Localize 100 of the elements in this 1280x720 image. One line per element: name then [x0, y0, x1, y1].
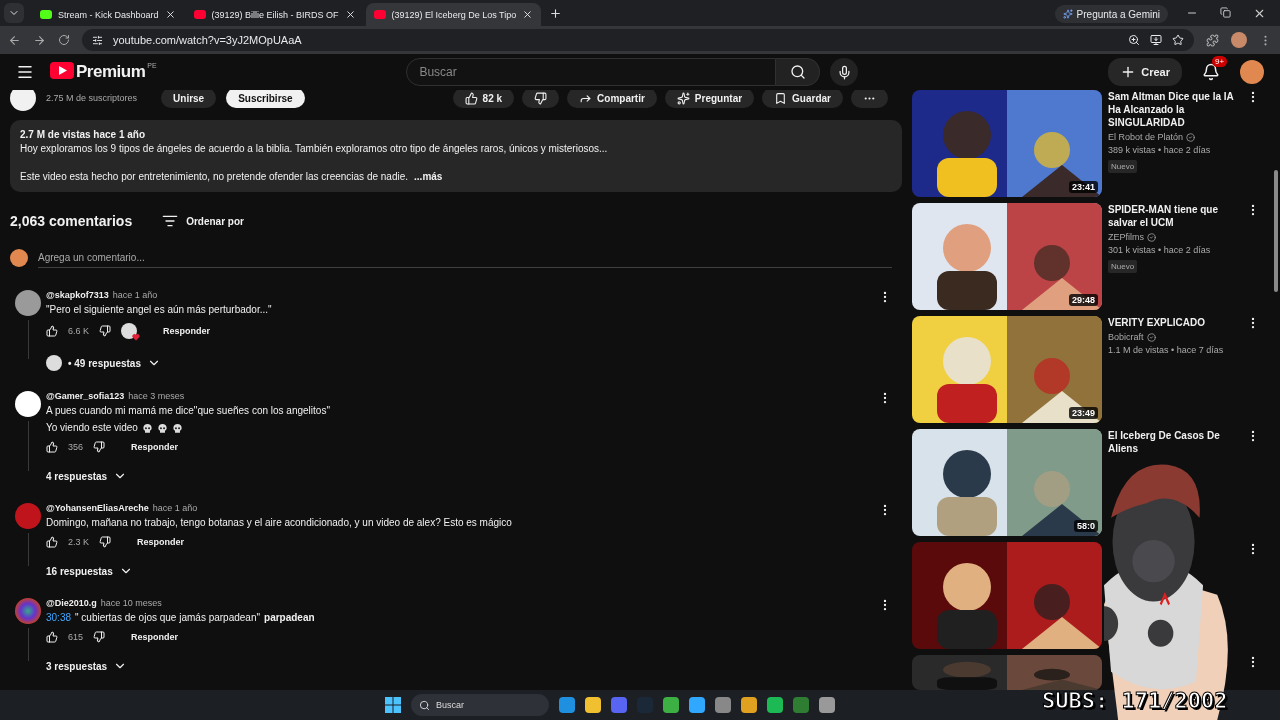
comment-author[interactable]: @Gamer_sofia123	[46, 391, 125, 401]
zoom-icon[interactable]	[1128, 34, 1140, 46]
voice-search-button[interactable]	[830, 58, 859, 86]
comment-text: " cubiertas de ojos que jamás parpadean"	[75, 611, 261, 625]
subscribe-button[interactable]: Suscribirse	[226, 90, 305, 108]
browser-tab[interactable]: (39129) El Iceberg De Los Tipo	[365, 3, 542, 26]
app-icon[interactable]	[585, 697, 601, 713]
channel-name[interactable]: El Robot de Platón	[1108, 132, 1184, 142]
replies-toggle[interactable]: 3 respuestas	[46, 659, 128, 673]
like-count: 2.3 K	[68, 537, 89, 547]
channel-avatar[interactable]	[10, 90, 36, 111]
user-avatar	[10, 249, 28, 267]
windows-logo-icon[interactable]	[385, 697, 401, 713]
ask-button[interactable]: Preguntar	[664, 90, 755, 108]
replies-toggle[interactable]: 16 respuestas	[46, 564, 133, 578]
create-button[interactable]: Crear	[1108, 58, 1182, 86]
video-title[interactable]: VERITY EXPLICADO	[1108, 316, 1240, 329]
dislike-icon[interactable]	[99, 325, 111, 337]
skull-icon	[156, 422, 168, 434]
gemini-button[interactable]: Pregunta a Gemini	[1054, 5, 1168, 23]
like-count: 356	[68, 442, 84, 452]
channel-name[interactable]: ZEPfilms	[1108, 232, 1144, 242]
more-link[interactable]: ...más	[414, 171, 443, 182]
restore-icon[interactable]	[1220, 7, 1231, 18]
search-button[interactable]	[776, 58, 821, 86]
description-text: Hoy exploramos los 9 tipos de ángeles de acuerdo a la biblia. También exploramos otro tipo de ángeles raros, únicos y misteriosos...	[20, 143, 608, 154]
close-icon[interactable]	[164, 9, 176, 20]
site-settings-icon[interactable]	[92, 34, 103, 46]
profile-avatar[interactable]	[1231, 32, 1247, 48]
video-stats: 301 k vistas • hace 2 días	[1108, 245, 1211, 255]
browser-tab[interactable]: (39129) Billie Eilish - BIRDS OF	[185, 3, 364, 26]
comment-time: hace 1 año	[112, 290, 158, 300]
comment-author[interactable]: @skapkof7313	[46, 290, 109, 300]
browser-tab[interactable]: Stream - Kick Dashboard	[32, 3, 184, 26]
dislike-icon[interactable]	[93, 631, 106, 643]
user-avatar[interactable]	[15, 391, 41, 417]
save-button[interactable]: Guardar	[762, 90, 843, 108]
share-button[interactable]: Compartir	[567, 90, 657, 108]
app-icon[interactable]	[715, 697, 731, 713]
sort-button[interactable]: Ordenar por	[156, 212, 250, 230]
app-icon[interactable]	[819, 697, 835, 713]
replies-toggle[interactable]: 4 respuestas	[46, 469, 128, 483]
sort-icon	[162, 213, 179, 229]
notifications-icon[interactable]	[1202, 63, 1220, 81]
app-icon[interactable]	[689, 697, 705, 713]
close-icon[interactable]	[344, 9, 356, 20]
join-button[interactable]: Unirse	[161, 90, 217, 108]
like-icon[interactable]	[46, 631, 58, 643]
profile-avatar[interactable]	[1240, 60, 1264, 84]
back-icon[interactable]	[8, 33, 21, 47]
close-icon[interactable]	[1253, 7, 1266, 20]
bookmark-star-icon[interactable]	[1172, 34, 1184, 46]
app-icon[interactable]	[741, 697, 757, 713]
menu-icon[interactable]	[16, 63, 34, 81]
video-duration: 58:0	[1074, 520, 1098, 532]
video-title[interactable]: SPIDER-MAN tiene que salvar el UCM	[1108, 203, 1240, 229]
taskbar-search[interactable]: Buscar	[411, 694, 549, 716]
dislike-button[interactable]	[522, 90, 560, 108]
description-panel[interactable]	[10, 120, 902, 192]
replies-toggle[interactable]: • 49 respuestas	[46, 355, 161, 371]
like-icon[interactable]	[46, 325, 58, 337]
app-icon[interactable]	[767, 697, 783, 713]
app-icon[interactable]	[559, 697, 575, 713]
like-count: 6.6 K	[68, 326, 89, 336]
like-button[interactable]: 82 k	[452, 90, 515, 108]
app-icon[interactable]	[793, 697, 809, 713]
reply-button[interactable]: Responder	[131, 536, 191, 548]
video-title[interactable]: El Iceberg De Casos De Aliens	[1108, 429, 1240, 455]
reply-button[interactable]: Responder	[125, 441, 185, 453]
dislike-icon[interactable]	[93, 441, 106, 453]
like-count: 615	[68, 632, 84, 642]
address-bar[interactable]: youtube.com/watch?v=3yJ2MOpUAaA	[82, 29, 1194, 51]
video-title[interactable]: Sam Altman Dice que la IA Ha Alcanzado la SINGULARIDAD	[1108, 90, 1240, 129]
extensions-icon[interactable]	[1206, 33, 1219, 47]
scrollbar-thumb[interactable]	[1274, 170, 1278, 292]
video-duration: 29:48	[1068, 294, 1098, 306]
comment-author[interactable]: @YohansenEliasAreche	[46, 503, 149, 513]
sparkle-icon	[1062, 9, 1073, 19]
new-badge: Nuevo	[1108, 160, 1138, 173]
new-tab-icon[interactable]	[549, 7, 563, 20]
close-icon[interactable]	[522, 9, 534, 20]
comment-field[interactable]: Agrega un comentario...	[38, 248, 892, 268]
channel-name[interactable]: Bobicraft	[1108, 332, 1144, 342]
app-icon[interactable]	[663, 697, 679, 713]
comment-text: A pues cuando mi mamá me dice"que sueñes con los angelitos"	[46, 404, 330, 418]
user-avatar[interactable]	[15, 290, 41, 316]
search-field[interactable]: Buscar	[406, 58, 777, 86]
reply-button[interactable]: Responder	[157, 325, 217, 337]
dislike-icon	[534, 91, 548, 105]
reply-button[interactable]: Responder	[125, 631, 185, 643]
comment-author[interactable]: @Die2010.g	[46, 598, 97, 608]
like-icon[interactable]	[46, 536, 58, 548]
dislike-icon[interactable]	[99, 536, 111, 548]
app-icon[interactable]	[611, 697, 627, 713]
forward-icon[interactable]	[33, 33, 46, 47]
timestamp-link[interactable]: 30:38	[46, 611, 72, 625]
like-icon[interactable]	[46, 441, 58, 453]
install-icon[interactable]	[1150, 34, 1162, 46]
tab-list-button[interactable]	[4, 3, 24, 23]
reload-icon[interactable]	[58, 34, 70, 46]
